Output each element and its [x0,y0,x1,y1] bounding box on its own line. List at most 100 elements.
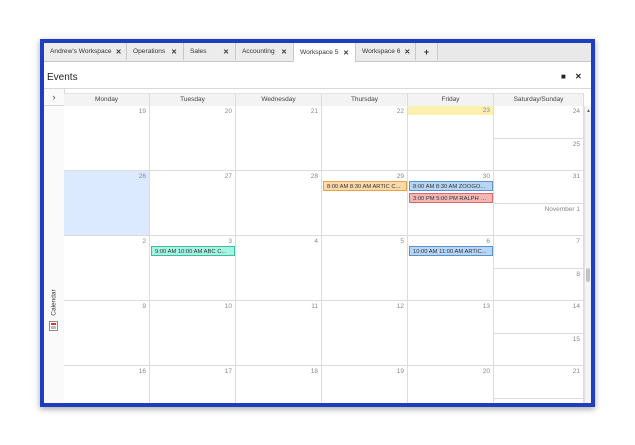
day-cell[interactable]: 27 [150,171,236,236]
workspace-tab[interactable]: Workspace 5 ✕ [294,43,356,62]
day-number: 4 [314,238,318,245]
calendar-event[interactable]: 8:00 AM 8:30 AM ZOOGO... [409,181,493,191]
scroll-thumb[interactable] [586,268,590,282]
scroll-up-icon[interactable]: ▲ [586,108,591,114]
panel-title: Events [47,72,78,83]
close-tab-icon[interactable]: ✕ [171,48,177,56]
day-cell[interactable]: 22 [322,106,408,171]
weekend-day-cell[interactable]: 24 [494,106,584,139]
day-number: 25 [572,140,580,148]
restore-panel-icon[interactable]: ■ [561,72,566,81]
weekend-day-cell[interactable]: 15 [494,333,584,366]
vertical-scrollbar[interactable]: ▲ [584,106,591,403]
day-number: 30 [482,173,490,180]
day-cell[interactable]: 18 [236,366,322,403]
day-number: 27 [224,173,232,180]
close-tab-icon[interactable]: ✕ [116,48,122,56]
day-cell[interactable]: 20 [150,106,236,171]
expand-sidebar-icon[interactable]: › [44,89,64,106]
calendar-sidebar: › Calendar [44,89,65,403]
day-number: 19 [396,368,404,375]
weekday-header-cell: Friday [408,94,494,106]
calendar-event[interactable]: 3:00 PM 5:00 PM RALPH M... [409,193,493,203]
workspace-tab-label: Workspace 6 [362,48,401,55]
day-number: 5 [400,238,404,245]
day-number: 31 [572,173,580,180]
day-number: 15 [572,335,580,343]
day-number: 10 [224,303,232,310]
weekend-day-cell[interactable] [494,398,584,403]
weekday-header-cell: Monday [64,94,150,106]
day-number: 29 [396,173,404,180]
add-tab-button[interactable]: + [416,43,438,60]
day-number: 7 [576,238,580,245]
day-cell[interactable]: 16 [64,366,150,403]
workspace-tab-label: Accounting [242,48,275,55]
weekend-day-cell[interactable]: 31 [494,171,584,204]
close-tab-icon[interactable]: ✕ [404,48,410,56]
weekday-header-cell: Thursday [322,94,408,106]
weekend-day-cell[interactable]: 7 [494,236,584,269]
month-calendar-grid: 19 20 21 22 23 24 25 26 27 28 29 30 31 November 12345… [64,106,584,403]
close-tab-icon[interactable]: ✕ [223,48,229,56]
day-number: 9 [142,303,146,310]
weekend-day-cell[interactable]: November 1 [494,203,584,236]
day-cell[interactable]: 12 [322,301,408,366]
day-cell[interactable]: 11 [236,301,322,366]
day-number: 16 [138,368,146,375]
workspace-tab-label: Operations [133,48,166,55]
day-cell[interactable]: 10 [150,301,236,366]
day-number: 24 [572,108,580,115]
day-cell[interactable]: 5 [322,236,408,301]
day-cell[interactable]: 9 [64,301,150,366]
workspace-tab-bar: Andrew's Workspace ✕ Operations ✕ Sales ✕ Acco… [44,43,591,62]
day-cell[interactable]: 4 [236,236,322,301]
workspace-tab[interactable]: Sales ✕ [184,43,236,60]
workspace-tab[interactable]: Operations ✕ [127,43,184,60]
workspace-tab[interactable]: Accounting ✕ [236,43,294,60]
close-panel-icon[interactable]: ✕ [575,72,582,81]
day-number: November 1 [544,205,580,213]
day-number: 17 [224,368,232,375]
weekend-day-cell[interactable]: 25 [494,138,584,171]
day-cell[interactable]: 17 [150,366,236,403]
calendar-icon[interactable] [49,321,58,331]
weekday-header-cell: Saturday/Sunday [494,94,584,106]
weekend-day-cell[interactable]: 8 [494,268,584,301]
calendar-sidebar-tab[interactable]: Calendar [45,281,63,323]
calendar-event[interactable]: 9:00 AM 10:00 AM ABC C... [151,246,235,256]
day-number: 22 [396,108,404,115]
workspace-tab-label: Sales [190,48,207,55]
calendar-event[interactable]: 10:00 AM 11:00 AM ARTIC... [409,246,493,256]
day-number: 12 [396,303,404,310]
day-number: 6 [486,238,490,245]
day-cell[interactable]: 26 [64,171,150,236]
day-cell[interactable]: 23 [408,106,494,171]
workspace-tab[interactable]: Andrew's Workspace ✕ [44,43,127,60]
day-number: 2 [142,238,146,245]
workspace-tab[interactable]: Workspace 6 ✕ [356,43,416,60]
workspace-tab-label: Andrew's Workspace [50,48,112,55]
day-number: 21 [310,108,318,115]
weekday-header: Monday Tuesday Wednesday Thursday Friday Satu… [64,93,584,107]
day-number: 28 [310,173,318,180]
day-number: 26 [138,173,146,180]
day-number: 23 [408,106,493,115]
day-cell[interactable]: 28 [236,171,322,236]
day-cell[interactable]: 21 [236,106,322,171]
day-number: 19 [138,108,146,115]
day-cell[interactable]: 2 [64,236,150,301]
panel-title-divider [44,88,591,89]
calendar-event[interactable]: 8:00 AM 8:30 AM ARTIC C... [323,181,407,191]
day-cell[interactable]: 13 [408,301,494,366]
weekend-day-cell[interactable]: 21 [494,366,584,399]
day-number: 11 [311,303,318,310]
day-number: 18 [310,368,318,375]
weekend-day-cell[interactable]: 14 [494,301,584,334]
day-cell[interactable]: 19 [64,106,150,171]
day-cell[interactable]: 19 [322,366,408,403]
close-tab-icon[interactable]: ✕ [281,48,287,56]
close-tab-icon[interactable]: ✕ [343,49,349,57]
app-window: Andrew's Workspace ✕ Operations ✕ Sales ✕ Acco… [44,43,591,403]
day-cell[interactable]: 20 [408,366,494,403]
